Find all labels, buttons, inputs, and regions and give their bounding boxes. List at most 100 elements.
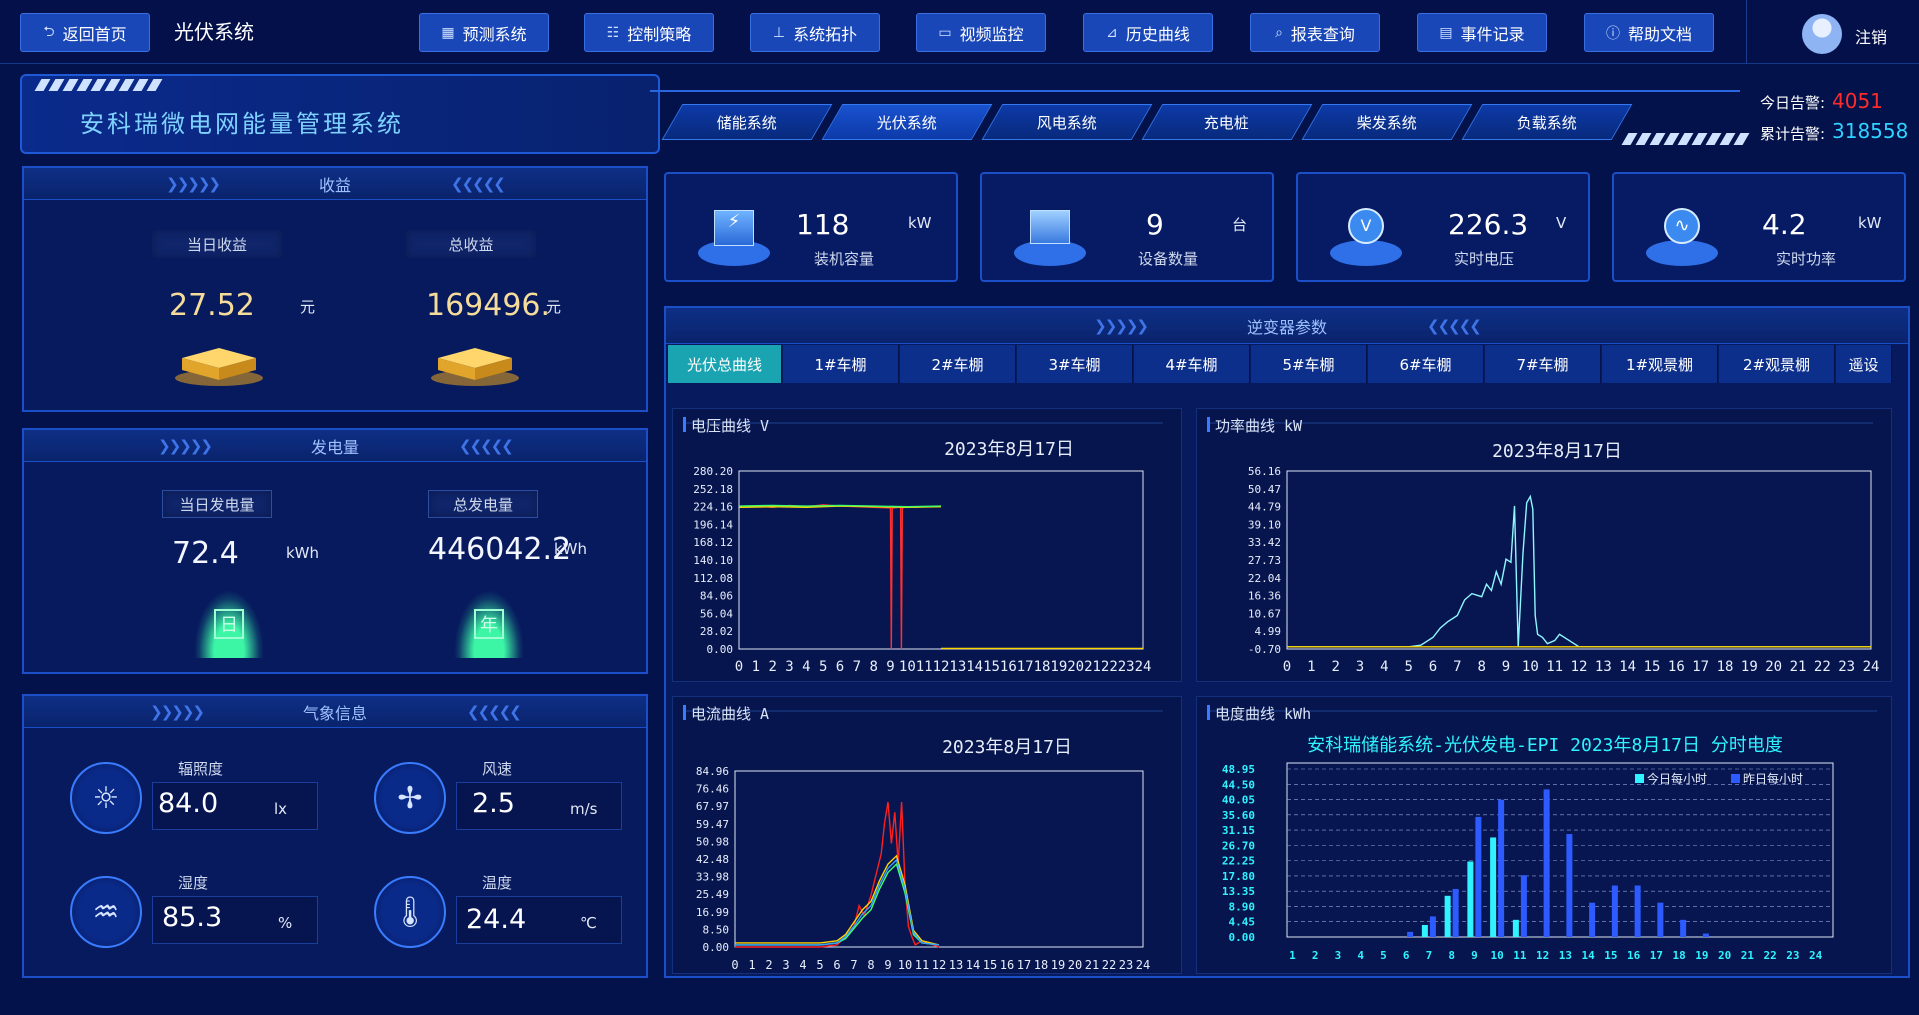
y-tick-label: -0.70 [1248,643,1281,656]
nav-history-button[interactable]: ⊿ 历史曲线 [1083,13,1213,52]
bar [1444,895,1451,937]
tab-carport-6[interactable]: 6#车棚 [1368,345,1484,383]
bar [1490,837,1497,937]
nav-forecast-button[interactable]: ▦ 预测系统 [419,13,549,52]
tab-carport-5[interactable]: 5#车棚 [1251,345,1367,383]
chart-subtitle: 2023年8月17日 [944,439,1074,460]
x-tick-label: 0 [735,659,743,675]
tab-wind[interactable]: 风电系统 [981,104,1153,140]
stripe-decoration [34,79,163,91]
chart-title-marker [683,417,686,432]
today-generation-value: 72.4 [172,536,239,571]
x-tick-label: 10 [1522,659,1539,675]
voltage-value: 226.3 [1448,208,1529,241]
y-tick-label: 280.20 [693,465,733,478]
y-tick-label: 8.90 [1229,900,1256,913]
x-tick-label: 4 [1380,659,1388,675]
chevron-right-icon: ❯❯❯❯❯ [1094,316,1149,335]
x-tick-label: 16 [1000,659,1017,675]
y-tick-label: 76.46 [696,783,729,796]
y-tick-label: 0.00 [707,643,734,656]
y-tick-label: 252.18 [693,483,733,496]
x-tick-label: 1 [1307,659,1315,675]
energy-chart-svg: 电度曲线 kWh 安科瑞储能系统-光伏发电-EPI 2023年8月17日 分时电度… [1207,705,1877,962]
x-tick-label: 13 [949,659,966,675]
today-income-label: 当日收益 [152,230,282,258]
page-title: 光伏系统 [174,20,254,44]
x-tick-label: 8 [1477,659,1485,675]
tab-load[interactable]: 负载系统 [1461,104,1633,140]
back-home-button[interactable]: ⮌ 返回首页 [20,13,150,52]
x-tick-label: 11 [915,958,929,972]
x-tick-label: 5 [819,659,827,675]
x-tick-label: 17 [1692,659,1709,675]
x-tick-label: 5 [1380,949,1387,962]
today-generation-unit: kWh [286,544,320,562]
x-tick-label: 6 [1403,949,1410,962]
x-tick-label: 24 [1135,659,1152,675]
x-tick-label: 6 [833,958,840,972]
y-tick-label: 67.97 [696,800,729,813]
calendar-year-icon: 年 [454,590,524,658]
x-tick-label: 12 [932,958,946,972]
y-tick-label: 50.47 [1248,483,1281,496]
x-tick-label: 4 [802,659,810,675]
tab-storage[interactable]: 储能系统 [661,104,833,140]
tab-carport-7[interactable]: 7#车棚 [1485,345,1601,383]
tab-carport-2[interactable]: 2#车棚 [900,345,1016,383]
y-tick-label: 4.45 [1229,916,1256,929]
stat-card-devices: 9 台 设备数量 [980,172,1274,282]
x-tick-label: 19 [1050,659,1067,675]
x-tick-label: 17 [1650,949,1663,962]
weather-panel: ❯❯❯❯❯ 气象信息 ❮❮❮❮❮ ☼ 辐照度 84.0 lx ✢ 风速 2.5 … [22,694,648,978]
tab-carport-4[interactable]: 4#车棚 [1134,345,1250,383]
nav-topology-button[interactable]: ⊥ 系统拓扑 [750,13,880,52]
nav-report-button[interactable]: ⌕ 报表查询 [1250,13,1380,52]
tab-pv[interactable]: 光伏系统 [821,104,993,140]
x-tick-label: 1 [748,958,755,972]
x-tick-label: 7 [853,659,861,675]
bar [1407,931,1414,937]
top-bar: ⮌ 返回首页 光伏系统 ▦ 预测系统 ☷ 控制策略 ⊥ 系统拓扑 ▭ 视频监控 ⊿ 历史曲… [0,0,1919,64]
avatar[interactable] [1802,14,1842,54]
tab-carport-3[interactable]: 3#车棚 [1017,345,1133,383]
x-tick-label: 5 [1404,659,1412,675]
tab-diesel[interactable]: 柴发系统 [1301,104,1473,140]
x-tick-label: 9 [1502,659,1510,675]
nav-events-button[interactable]: ▤ 事件记录 [1417,13,1547,52]
x-tick-label: 10 [1491,949,1504,962]
y-tick-label: 84.06 [700,590,733,603]
tab-remote-set[interactable]: 遥设 [1836,345,1892,383]
y-tick-label: 13.35 [1222,885,1255,898]
bar [1566,834,1573,937]
x-tick-label: 18 [1673,949,1686,962]
power-chart-svg: 功率曲线 kW 2023年8月17日 56.16 50.47 44.79 39.10 33.… [1207,417,1879,675]
bar [1452,888,1459,937]
stat-card-power: ∿ 4.2 kW 实时功率 [1612,172,1906,282]
plot-area [1286,762,1834,938]
nav-video-button[interactable]: ▭ 视频监控 [916,13,1046,52]
logout-button[interactable]: 注销 [1855,24,1887,48]
x-tick-label: 20 [1068,958,1082,972]
x-tick-label: 14 [1619,659,1636,675]
temperature-label: 温度 [482,874,513,892]
tab-charging[interactable]: 充电桩 [1141,104,1313,140]
stat-card-capacity: ⚡ 118 kW 装机容量 [664,172,958,282]
tab-pavilion-2[interactable]: 2#观景棚 [1719,345,1835,383]
nav-control-button[interactable]: ☷ 控制策略 [584,13,714,52]
y-tick-label: 4.99 [1255,625,1282,638]
bar [1680,919,1687,937]
y-tick-label: 22.04 [1248,572,1281,585]
tab-carport-1[interactable]: 1#车棚 [783,345,899,383]
tab-pv-total[interactable]: 光伏总曲线 [668,345,782,383]
alarm-total-label: 累计告警: [1760,125,1826,143]
x-tick-label: 24 [1136,958,1150,972]
y-tick-label: 168.12 [693,536,733,549]
x-tick-label: 0 [731,958,738,972]
x-tick-label: 9 [1471,949,1478,962]
current-chart: 电流曲线 A 2023年8月17日 84.96 76.46 67.97 59.47 50.9… [672,696,1182,974]
x-tick-label: 3 [785,659,793,675]
x-tick-label: 7 [1453,659,1461,675]
tab-pavilion-1[interactable]: 1#观景棚 [1602,345,1718,383]
nav-help-button[interactable]: ⓘ 帮助文档 [1584,13,1714,52]
